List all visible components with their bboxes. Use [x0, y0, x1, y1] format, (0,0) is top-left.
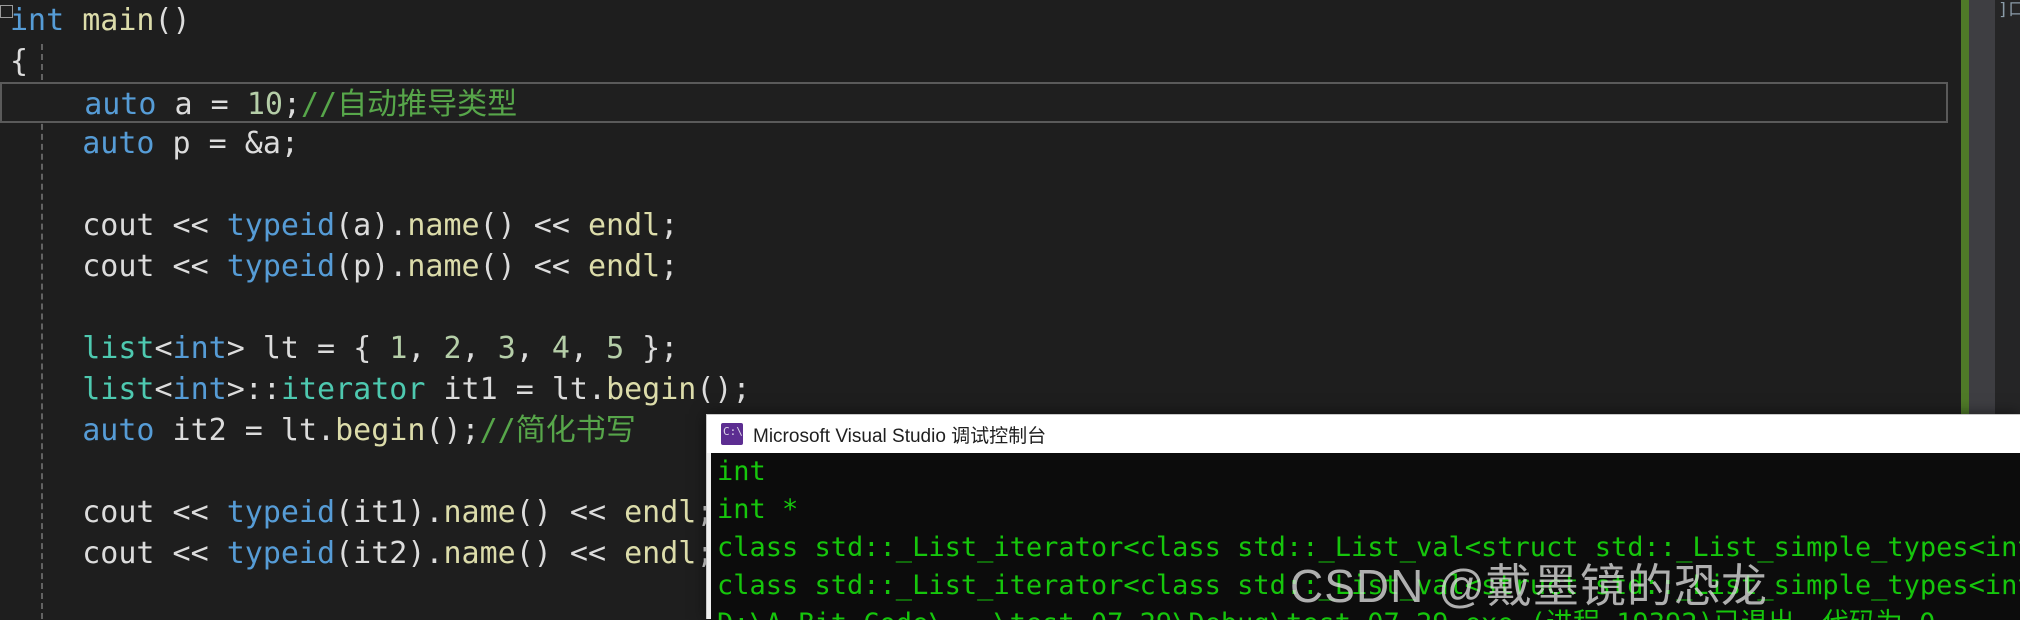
code-token: () <<: [479, 208, 588, 243]
code-token: <: [154, 372, 173, 407]
code-token: ();: [425, 413, 480, 448]
code-token: ();: [696, 372, 751, 407]
code-token: ,: [515, 331, 552, 366]
code-token: ;: [282, 87, 301, 122]
code-token: cout <<: [82, 249, 227, 284]
console-output-line: int: [717, 456, 766, 487]
code-token: name: [443, 536, 516, 571]
code-token: >::: [226, 372, 281, 407]
code-token: (): [154, 3, 191, 38]
code-token: ,: [569, 331, 607, 366]
code-token: name: [407, 249, 480, 284]
code-token: name: [407, 208, 480, 243]
code-token: ,: [461, 331, 498, 366]
code-token: auto: [82, 413, 155, 448]
code-line[interactable]: {: [0, 41, 1960, 82]
code-token: a =: [156, 87, 247, 122]
code-token: (it2).: [335, 536, 444, 571]
code-token: () <<: [479, 249, 588, 284]
code-token: p = &a;: [154, 126, 299, 161]
code-line[interactable]: [0, 164, 1960, 205]
code-token: begin: [606, 372, 697, 407]
code-token: () <<: [515, 536, 625, 571]
code-token: (p).: [335, 249, 408, 284]
code-token: ;: [660, 208, 679, 243]
code-token: typeid: [226, 249, 336, 284]
code-token: name: [443, 495, 516, 530]
code-line[interactable]: auto a = 10;//自动推导类型: [0, 82, 1948, 123]
code-token: endl: [624, 495, 697, 530]
code-line[interactable]: cout << typeid(a).name() << endl;: [0, 205, 1960, 246]
code-token: typeid: [226, 495, 336, 530]
code-line[interactable]: int main(): [0, 0, 1960, 41]
code-token: list: [82, 372, 155, 407]
code-token: 3: [497, 331, 516, 366]
code-token: endl: [624, 536, 697, 571]
code-token: ;: [660, 249, 679, 284]
code-token: int: [10, 3, 65, 38]
code-token: };: [624, 331, 679, 366]
code-line[interactable]: list<int>::iterator it1 = lt.begin();: [0, 369, 1960, 410]
code-token: 4: [551, 331, 570, 366]
code-line[interactable]: list<int> lt = { 1, 2, 3, 4, 5 };: [0, 328, 1960, 369]
minimap-glyph-icon: ]口: [1998, 2, 2020, 20]
code-token: begin: [335, 413, 426, 448]
console-app-icon: [721, 423, 743, 445]
code-token: cout <<: [82, 495, 227, 530]
code-token: it2 = lt.: [154, 413, 336, 448]
code-token: (it1).: [335, 495, 444, 530]
console-output-line: int *: [717, 494, 799, 525]
code-token: auto: [84, 87, 157, 122]
code-token: > lt =: [226, 331, 354, 366]
code-token: it1 = lt.: [425, 372, 607, 407]
code-line[interactable]: [0, 287, 1960, 328]
code-token: cout <<: [82, 536, 227, 571]
code-token: //简化书写: [479, 413, 636, 448]
code-token: 2: [443, 331, 462, 366]
code-token: int: [172, 372, 227, 407]
code-token: {: [10, 44, 29, 79]
code-token: 1: [389, 331, 408, 366]
code-token: 10: [246, 87, 283, 122]
code-token: iterator: [280, 372, 426, 407]
code-token: () <<: [515, 495, 625, 530]
code-token: endl: [588, 249, 661, 284]
csdn-watermark: CSDN @戴墨镜的恐龙: [1290, 560, 1768, 612]
code-token: {: [353, 331, 390, 366]
code-token: 5: [606, 331, 625, 366]
code-token: main: [82, 3, 155, 38]
code-token: endl: [588, 208, 661, 243]
code-token: //自动推导类型: [301, 87, 518, 122]
code-line[interactable]: cout << typeid(p).name() << endl;: [0, 246, 1960, 287]
console-titlebar[interactable]: Microsoft Visual Studio 调试控制台: [707, 415, 2020, 453]
code-token: typeid: [226, 208, 336, 243]
code-line[interactable]: auto p = &a;: [0, 123, 1960, 164]
code-token: typeid: [226, 536, 336, 571]
console-window-title: Microsoft Visual Studio 调试控制台: [753, 425, 1047, 447]
code-token: list: [82, 331, 155, 366]
code-token: <: [154, 331, 173, 366]
code-token: cout <<: [82, 208, 227, 243]
code-token: int: [172, 331, 227, 366]
code-token: ,: [407, 331, 444, 366]
code-token: auto: [82, 126, 155, 161]
code-token: (a).: [335, 208, 408, 243]
